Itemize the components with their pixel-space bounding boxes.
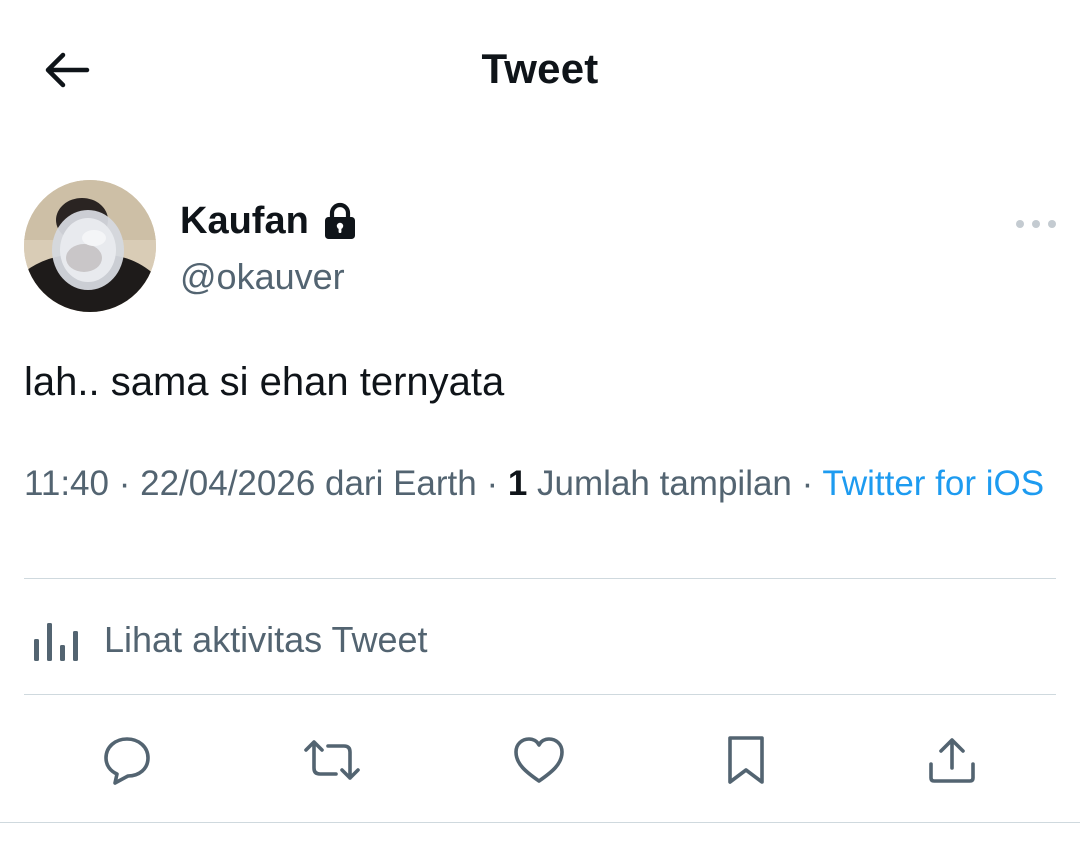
display-name[interactable]: Kaufan (180, 200, 309, 243)
tweet-author: Kaufan @okauver (24, 178, 1056, 314)
more-options-button[interactable] (1016, 214, 1056, 234)
divider (0, 822, 1080, 823)
views-label: Jumlah tampilan (527, 464, 792, 503)
source-link[interactable]: Twitter for iOS (822, 464, 1044, 503)
reply-bubble-icon (104, 737, 150, 785)
bookmark-button[interactable] (716, 730, 776, 790)
analytics-bars-icon (34, 623, 78, 661)
share-icon (929, 738, 975, 783)
more-dots-icon (1016, 220, 1024, 228)
avatar[interactable] (24, 180, 156, 312)
tweet-time: 11:40 (24, 464, 109, 503)
user-handle[interactable]: @okauver (180, 256, 345, 298)
more-dots-icon (1048, 220, 1056, 228)
tweet-activity-label: Lihat aktivitas Tweet (104, 619, 428, 660)
lock-icon (324, 202, 355, 239)
action-bar (0, 720, 1080, 800)
heart-icon (514, 737, 564, 783)
page-title: Tweet (481, 45, 599, 92)
display-name-row: Kaufan (180, 198, 357, 244)
divider (24, 694, 1056, 695)
bookmark-icon (728, 736, 764, 784)
share-button[interactable] (922, 730, 982, 790)
reply-button[interactable] (97, 730, 157, 790)
tweet-text: lah.. sama si ehan ternyata (24, 360, 505, 404)
meta-separator: · (476, 464, 508, 503)
avatar-image (24, 180, 156, 312)
tweet-activity-button[interactable]: Lihat aktivitas Tweet (24, 600, 1056, 680)
like-button[interactable] (509, 730, 569, 790)
tweet-location: dari Earth (315, 464, 477, 503)
divider (24, 578, 1056, 579)
retweet-icon (304, 740, 360, 780)
meta-separator: · (791, 464, 823, 503)
views-count: 1 (507, 464, 528, 503)
tweet-meta: 11:40 · 22/04/2026 dari Earth · 1 Jumlah… (24, 462, 1056, 506)
more-dots-icon (1032, 220, 1040, 228)
retweet-button[interactable] (302, 730, 362, 790)
meta-separator: · (109, 464, 141, 503)
top-bar: Tweet (0, 0, 1080, 140)
tweet-date: 22/04/2026 (140, 464, 316, 503)
